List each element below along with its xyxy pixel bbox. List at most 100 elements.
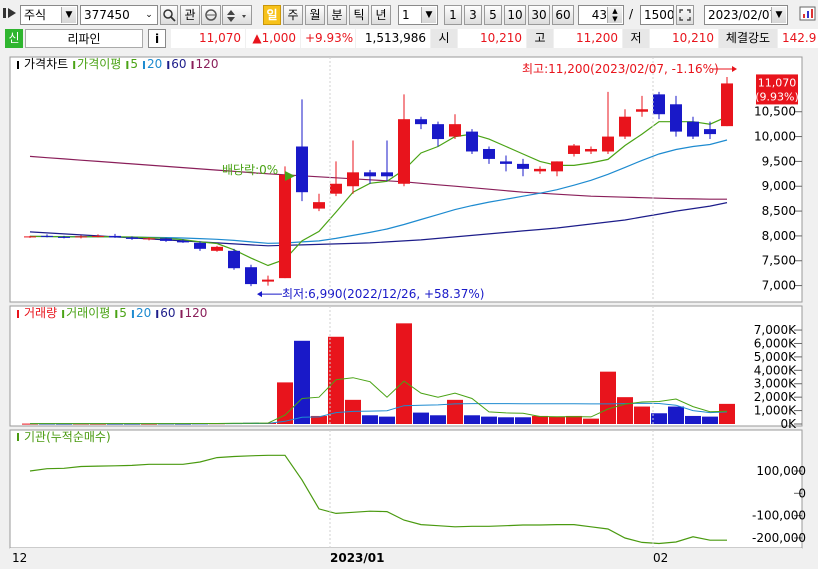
candle-body — [126, 237, 138, 239]
count-input[interactable]: 43 ▲ ▼ — [578, 5, 624, 25]
candle-body — [517, 163, 529, 169]
volume-bar — [362, 415, 378, 424]
legend-item: 거래량 — [24, 306, 57, 320]
candle-body — [721, 83, 733, 127]
change-rate-value: +9.93% — [305, 31, 354, 45]
price-change: ▲1,000 — [246, 29, 300, 48]
institution-tick-label: 0 — [798, 486, 806, 500]
price-tick-label: 8,500 — [762, 204, 796, 218]
quick-button-30[interactable]: 30 — [528, 5, 550, 25]
candle-body — [313, 202, 325, 209]
zoom-button[interactable] — [676, 5, 694, 25]
market-type-select[interactable]: 주식 ▼ — [20, 5, 78, 25]
search-button[interactable] — [160, 5, 178, 25]
tab-monthly[interactable]: 월 — [305, 5, 325, 25]
candle-body — [483, 148, 495, 159]
candle-body — [398, 119, 410, 184]
tab-minute[interactable]: 분 — [327, 5, 347, 25]
legend-item: 20 — [136, 306, 151, 320]
candle-body — [109, 235, 121, 238]
price-tick-label: 9,000 — [762, 179, 796, 193]
interest-button[interactable]: 관 — [180, 5, 200, 25]
dividend-annotation: 배당락:0% — [222, 163, 278, 177]
count-separator: / — [629, 7, 634, 21]
low-label: 저 — [623, 29, 649, 48]
institution-tick-label: 100,000 — [756, 464, 806, 478]
chevron-down-icon: ⌄ — [142, 7, 156, 23]
legend-item: 5 — [119, 306, 127, 320]
spinner-icon[interactable]: ▲ ▼ — [607, 7, 622, 23]
chevron-down-icon: ▼ — [61, 7, 76, 23]
volume-bar — [515, 417, 531, 424]
volume-bar — [668, 406, 684, 424]
quick-label: 3 — [469, 8, 477, 22]
stock-chart[interactable]: 10,500 10,000 9,500 9,000 8,500 8,000 7,500 7,0… — [0, 50, 818, 569]
tab-tick[interactable]: 틱 — [349, 5, 369, 25]
institution-legend: 기관(누적순매수) — [24, 430, 111, 444]
quick-button-5[interactable]: 5 — [484, 5, 502, 25]
credit-badge: 신 — [5, 29, 23, 48]
candle-body — [41, 235, 53, 237]
candle-body — [24, 236, 36, 238]
quick-label: 30 — [531, 8, 547, 22]
stock-code-input[interactable]: 377450 ⌄ — [80, 5, 158, 25]
candle-body — [279, 174, 291, 279]
candle-body — [58, 236, 70, 238]
volume-bar — [685, 415, 701, 424]
info-button[interactable]: i — [148, 29, 166, 48]
search-icon — [163, 9, 176, 22]
low-price: 10,210 — [650, 29, 718, 48]
legend-marker — [167, 61, 170, 69]
legend-item: 가격차트 — [24, 57, 68, 71]
x-tick-label: 12 — [12, 551, 27, 565]
chart-menu-icon[interactable] — [799, 5, 817, 23]
tab-daily[interactable]: 일 — [263, 5, 281, 25]
quick-button-10[interactable]: 10 — [504, 5, 526, 25]
stock-name: 리파인 — [25, 29, 143, 48]
legend-marker — [17, 61, 19, 69]
date-select[interactable]: 2023/02/07 ▼ — [704, 5, 788, 25]
quick-label: 10 — [507, 8, 523, 22]
candle-body — [704, 129, 716, 135]
legend-marker — [115, 310, 118, 318]
chevron-down-icon: ▼ — [421, 7, 436, 23]
price-tick-label: 7,000 — [762, 279, 796, 293]
candle-body — [619, 116, 631, 137]
price-tick-label: 9,500 — [762, 154, 796, 168]
unit-value: 1 — [402, 8, 410, 22]
volume-tick-label: 3,000K — [754, 377, 797, 391]
volume-bar — [617, 397, 633, 424]
count-value: 43 — [591, 8, 607, 22]
unit-select[interactable]: 1 ▼ — [398, 5, 438, 25]
tab-tick-label: 틱 — [353, 8, 365, 22]
quick-button-3[interactable]: 3 — [464, 5, 482, 25]
low-annotation: 최저:6,990(2022/12/26, +58.37%) — [282, 287, 484, 301]
open-label: 시 — [431, 29, 457, 48]
sync-icon — [205, 9, 217, 21]
candle-body — [194, 242, 206, 249]
total-input[interactable]: 1500 — [640, 5, 674, 25]
candle-body — [347, 172, 359, 187]
candle-body — [432, 124, 444, 140]
legend-item: 120 — [185, 306, 208, 320]
chevron-down-icon: ▼ — [771, 7, 786, 23]
last-rate-label: (9.93%) — [755, 90, 799, 103]
volume-tick-label: 7,000K — [754, 323, 797, 337]
price-change-value: ▲1,000 — [252, 31, 296, 45]
last-price-label: 11,070 — [758, 76, 797, 89]
volume-bar — [498, 417, 514, 424]
candle-body — [415, 119, 427, 125]
volume-bar — [719, 403, 735, 424]
high-price: 11,200 — [554, 29, 622, 48]
panel-toggle-icon[interactable] — [2, 6, 18, 20]
stock-stepper[interactable] — [222, 5, 252, 25]
quick-button-60[interactable]: 60 — [552, 5, 574, 25]
tab-yearly[interactable]: 년 — [371, 5, 391, 25]
candle-body — [364, 172, 376, 177]
x-tick-label: 2023/01 — [330, 551, 384, 565]
stock-code-value: 377450 — [84, 8, 130, 22]
sync-button[interactable] — [201, 5, 221, 25]
volume-tick-label: 1,000K — [754, 404, 797, 418]
tab-weekly[interactable]: 주 — [283, 5, 303, 25]
quick-button-1[interactable]: 1 — [444, 5, 462, 25]
